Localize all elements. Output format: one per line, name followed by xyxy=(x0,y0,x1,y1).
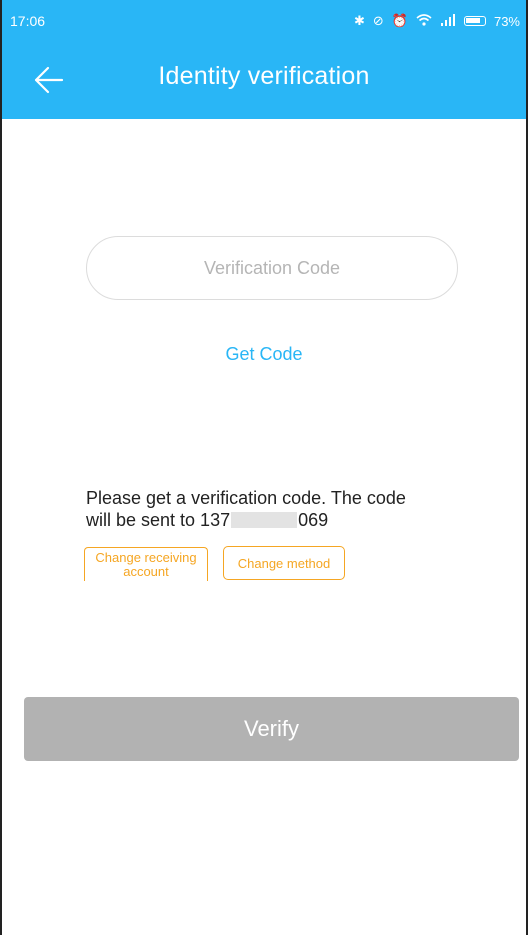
phone-suffix: 069 xyxy=(298,510,329,530)
bluetooth-icon: ✱ xyxy=(353,13,365,28)
battery-icon xyxy=(463,16,486,26)
change-receiving-account-button[interactable]: Change receiving account xyxy=(84,547,208,581)
do-not-disturb-icon: ⊘ xyxy=(372,13,384,28)
alarm-icon: ⏰ xyxy=(391,13,408,28)
status-time: 17:06 xyxy=(10,13,46,29)
status-icons: ✱ ⊘ ⏰ 73% xyxy=(354,13,520,29)
page-title: Identity verification xyxy=(158,62,370,90)
signal-icon xyxy=(440,13,456,29)
verification-info-text: Please get a verification code. The code… xyxy=(86,487,486,531)
wifi-icon xyxy=(416,13,432,29)
verify-button[interactable]: Verify xyxy=(24,697,519,761)
phone-prefix: will be sent to 137 xyxy=(86,510,231,530)
battery-percent: 73% xyxy=(493,13,520,29)
status-bar: 17:06 ✱ ⊘ ⏰ 73% xyxy=(2,0,526,42)
app-bar: Identity verification xyxy=(2,42,526,119)
masked-number xyxy=(231,512,298,528)
info-line-1: Please get a verification code. The code xyxy=(86,488,406,508)
info-line-2: will be sent to 137 069 xyxy=(86,509,486,531)
get-code-link[interactable]: Get Code xyxy=(2,344,526,365)
change-method-button[interactable]: Change method xyxy=(223,546,345,580)
verification-code-input[interactable] xyxy=(86,236,458,300)
phone-screen: 17:06 ✱ ⊘ ⏰ 73% Identity verification Ve… xyxy=(0,0,528,935)
